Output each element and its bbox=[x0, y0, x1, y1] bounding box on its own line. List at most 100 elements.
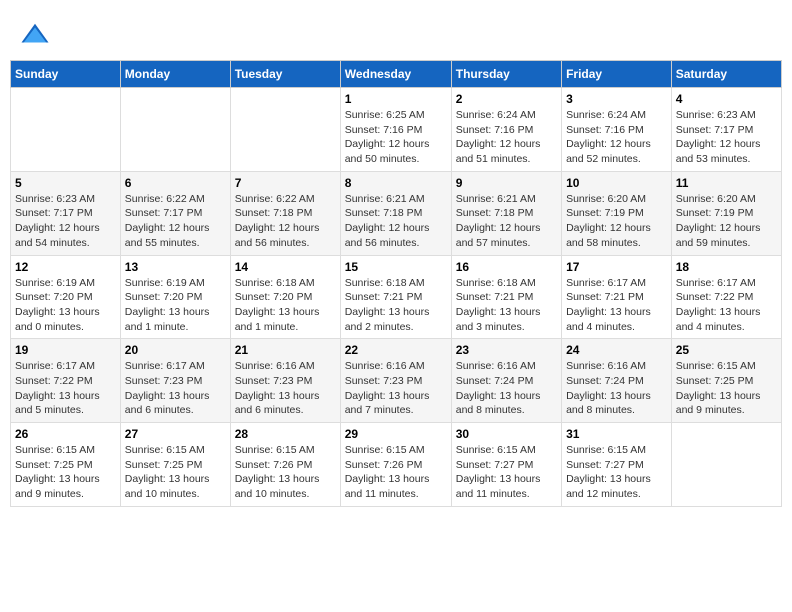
calendar-cell: 7 Sunrise: 6:22 AM Sunset: 7:18 PM Daylig… bbox=[230, 171, 340, 255]
calendar-cell: 19 Sunrise: 6:17 AM Sunset: 7:22 PM Dayli… bbox=[11, 339, 121, 423]
day-info: Sunrise: 6:15 AM Sunset: 7:25 PM Dayligh… bbox=[125, 443, 226, 502]
day-info: Sunrise: 6:17 AM Sunset: 7:21 PM Dayligh… bbox=[566, 276, 667, 335]
day-info: Sunrise: 6:21 AM Sunset: 7:18 PM Dayligh… bbox=[345, 192, 447, 251]
day-number: 4 bbox=[676, 92, 777, 106]
day-info: Sunrise: 6:16 AM Sunset: 7:24 PM Dayligh… bbox=[566, 359, 667, 418]
day-number: 23 bbox=[456, 343, 557, 357]
weekday-header-row: SundayMondayTuesdayWednesdayThursdayFrid… bbox=[11, 61, 782, 88]
day-number: 16 bbox=[456, 260, 557, 274]
day-number: 17 bbox=[566, 260, 667, 274]
day-number: 7 bbox=[235, 176, 336, 190]
day-info: Sunrise: 6:22 AM Sunset: 7:17 PM Dayligh… bbox=[125, 192, 226, 251]
day-number: 30 bbox=[456, 427, 557, 441]
calendar-cell: 28Sunrise: 6:15 AM Sunset: 7:26 PM Dayli… bbox=[230, 423, 340, 507]
day-number: 27 bbox=[125, 427, 226, 441]
day-info: Sunrise: 6:20 AM Sunset: 7:19 PM Dayligh… bbox=[676, 192, 777, 251]
weekday-header-thursday: Thursday bbox=[451, 61, 561, 88]
weekday-header-monday: Monday bbox=[120, 61, 230, 88]
day-info: Sunrise: 6:17 AM Sunset: 7:22 PM Dayligh… bbox=[676, 276, 777, 335]
day-number: 20 bbox=[125, 343, 226, 357]
calendar-cell bbox=[230, 88, 340, 172]
day-info: Sunrise: 6:21 AM Sunset: 7:18 PM Dayligh… bbox=[456, 192, 557, 251]
calendar-cell: 22Sunrise: 6:16 AM Sunset: 7:23 PM Dayli… bbox=[340, 339, 451, 423]
calendar-cell: 4 Sunrise: 6:23 AM Sunset: 7:17 PM Daylig… bbox=[671, 88, 781, 172]
day-info: Sunrise: 6:18 AM Sunset: 7:20 PM Dayligh… bbox=[235, 276, 336, 335]
day-number: 6 bbox=[125, 176, 226, 190]
day-number: 13 bbox=[125, 260, 226, 274]
calendar-cell: 20 Sunrise: 6:17 AM Sunset: 7:23 PM Dayli… bbox=[120, 339, 230, 423]
day-info: Sunrise: 6:20 AM Sunset: 7:19 PM Dayligh… bbox=[566, 192, 667, 251]
calendar-cell: 23Sunrise: 6:16 AM Sunset: 7:24 PM Dayli… bbox=[451, 339, 561, 423]
day-info: Sunrise: 6:24 AM Sunset: 7:16 PM Dayligh… bbox=[566, 108, 667, 167]
day-info: Sunrise: 6:17 AM Sunset: 7:23 PM Dayligh… bbox=[125, 359, 226, 418]
day-number: 29 bbox=[345, 427, 447, 441]
calendar-cell: 26 Sunrise: 6:15 AM Sunset: 7:25 PM Dayli… bbox=[11, 423, 121, 507]
day-number: 8 bbox=[345, 176, 447, 190]
day-number: 2 bbox=[456, 92, 557, 106]
calendar-cell: 24 Sunrise: 6:16 AM Sunset: 7:24 PM Dayli… bbox=[562, 339, 672, 423]
day-info: Sunrise: 6:15 AM Sunset: 7:25 PM Dayligh… bbox=[676, 359, 777, 418]
calendar-week-row: 1 Sunrise: 6:25 AM Sunset: 7:16 PM Daylig… bbox=[11, 88, 782, 172]
day-info: Sunrise: 6:19 AM Sunset: 7:20 PM Dayligh… bbox=[125, 276, 226, 335]
day-number: 26 bbox=[15, 427, 116, 441]
calendar-cell: 6 Sunrise: 6:22 AM Sunset: 7:17 PM Daylig… bbox=[120, 171, 230, 255]
day-number: 24 bbox=[566, 343, 667, 357]
calendar-week-row: 5Sunrise: 6:23 AM Sunset: 7:17 PM Daylig… bbox=[11, 171, 782, 255]
day-info: Sunrise: 6:25 AM Sunset: 7:16 PM Dayligh… bbox=[345, 108, 447, 167]
calendar-cell: 1 Sunrise: 6:25 AM Sunset: 7:16 PM Daylig… bbox=[340, 88, 451, 172]
day-number: 11 bbox=[676, 176, 777, 190]
day-number: 12 bbox=[15, 260, 116, 274]
calendar-cell: 16Sunrise: 6:18 AM Sunset: 7:21 PM Dayli… bbox=[451, 255, 561, 339]
calendar-cell: 9 Sunrise: 6:21 AM Sunset: 7:18 PM Daylig… bbox=[451, 171, 561, 255]
calendar-cell bbox=[11, 88, 121, 172]
day-number: 18 bbox=[676, 260, 777, 274]
calendar-week-row: 12 Sunrise: 6:19 AM Sunset: 7:20 PM Dayli… bbox=[11, 255, 782, 339]
calendar-cell: 3Sunrise: 6:24 AM Sunset: 7:16 PM Daylig… bbox=[562, 88, 672, 172]
day-number: 5 bbox=[15, 176, 116, 190]
day-number: 19 bbox=[15, 343, 116, 357]
weekday-header-saturday: Saturday bbox=[671, 61, 781, 88]
weekday-header-sunday: Sunday bbox=[11, 61, 121, 88]
calendar-cell: 2 Sunrise: 6:24 AM Sunset: 7:16 PM Daylig… bbox=[451, 88, 561, 172]
calendar-cell: 27 Sunrise: 6:15 AM Sunset: 7:25 PM Dayli… bbox=[120, 423, 230, 507]
calendar-cell: 15 Sunrise: 6:18 AM Sunset: 7:21 PM Dayli… bbox=[340, 255, 451, 339]
day-info: Sunrise: 6:22 AM Sunset: 7:18 PM Dayligh… bbox=[235, 192, 336, 251]
calendar-cell: 25 Sunrise: 6:15 AM Sunset: 7:25 PM Dayli… bbox=[671, 339, 781, 423]
calendar-cell: 11 Sunrise: 6:20 AM Sunset: 7:19 PM Dayli… bbox=[671, 171, 781, 255]
day-info: Sunrise: 6:15 AM Sunset: 7:27 PM Dayligh… bbox=[566, 443, 667, 502]
calendar-cell: 14 Sunrise: 6:18 AM Sunset: 7:20 PM Dayli… bbox=[230, 255, 340, 339]
day-number: 10 bbox=[566, 176, 667, 190]
day-info: Sunrise: 6:16 AM Sunset: 7:23 PM Dayligh… bbox=[345, 359, 447, 418]
day-info: Sunrise: 6:15 AM Sunset: 7:25 PM Dayligh… bbox=[15, 443, 116, 502]
day-number: 15 bbox=[345, 260, 447, 274]
day-number: 14 bbox=[235, 260, 336, 274]
day-number: 25 bbox=[676, 343, 777, 357]
calendar-cell: 21 Sunrise: 6:16 AM Sunset: 7:23 PM Dayli… bbox=[230, 339, 340, 423]
calendar-cell bbox=[120, 88, 230, 172]
calendar-week-row: 19 Sunrise: 6:17 AM Sunset: 7:22 PM Dayli… bbox=[11, 339, 782, 423]
calendar-cell: 30 Sunrise: 6:15 AM Sunset: 7:27 PM Dayli… bbox=[451, 423, 561, 507]
weekday-header-friday: Friday bbox=[562, 61, 672, 88]
calendar-table: SundayMondayTuesdayWednesdayThursdayFrid… bbox=[10, 60, 782, 507]
day-info: Sunrise: 6:16 AM Sunset: 7:23 PM Dayligh… bbox=[235, 359, 336, 418]
weekday-header-tuesday: Tuesday bbox=[230, 61, 340, 88]
calendar-cell: 18 Sunrise: 6:17 AM Sunset: 7:22 PM Dayli… bbox=[671, 255, 781, 339]
calendar-cell: 17 Sunrise: 6:17 AM Sunset: 7:21 PM Dayli… bbox=[562, 255, 672, 339]
logo bbox=[20, 20, 54, 50]
day-number: 1 bbox=[345, 92, 447, 106]
day-info: Sunrise: 6:17 AM Sunset: 7:22 PM Dayligh… bbox=[15, 359, 116, 418]
day-number: 21 bbox=[235, 343, 336, 357]
weekday-header-wednesday: Wednesday bbox=[340, 61, 451, 88]
day-info: Sunrise: 6:15 AM Sunset: 7:27 PM Dayligh… bbox=[456, 443, 557, 502]
day-info: Sunrise: 6:18 AM Sunset: 7:21 PM Dayligh… bbox=[345, 276, 447, 335]
day-info: Sunrise: 6:15 AM Sunset: 7:26 PM Dayligh… bbox=[345, 443, 447, 502]
day-info: Sunrise: 6:23 AM Sunset: 7:17 PM Dayligh… bbox=[676, 108, 777, 167]
day-info: Sunrise: 6:24 AM Sunset: 7:16 PM Dayligh… bbox=[456, 108, 557, 167]
calendar-cell: 10 Sunrise: 6:20 AM Sunset: 7:19 PM Dayli… bbox=[562, 171, 672, 255]
page-header bbox=[10, 10, 782, 55]
calendar-cell: 13 Sunrise: 6:19 AM Sunset: 7:20 PM Dayli… bbox=[120, 255, 230, 339]
day-info: Sunrise: 6:15 AM Sunset: 7:26 PM Dayligh… bbox=[235, 443, 336, 502]
day-info: Sunrise: 6:19 AM Sunset: 7:20 PM Dayligh… bbox=[15, 276, 116, 335]
day-number: 9 bbox=[456, 176, 557, 190]
calendar-cell: 8 Sunrise: 6:21 AM Sunset: 7:18 PM Daylig… bbox=[340, 171, 451, 255]
